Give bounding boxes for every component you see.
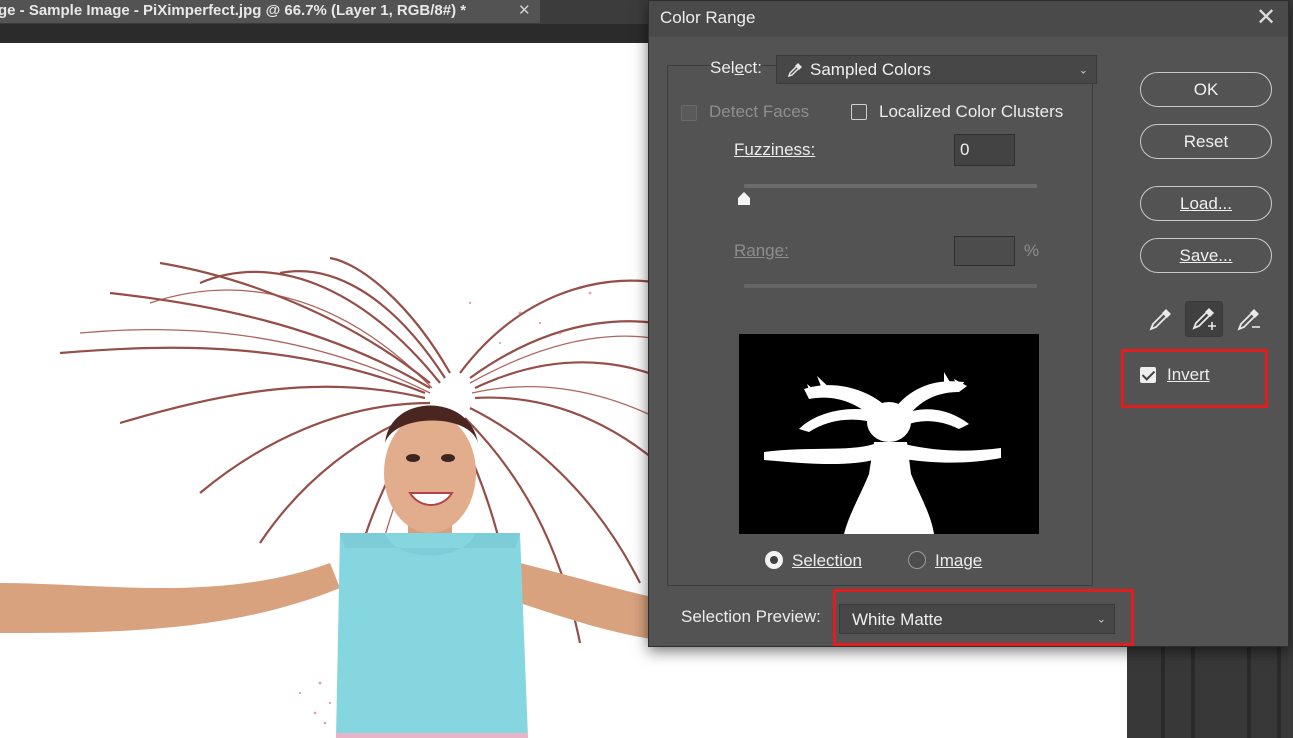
dialog-close-icon[interactable]: ✕ — [1251, 3, 1281, 33]
right-panel-area — [1127, 640, 1293, 738]
panel-divider — [1161, 646, 1165, 738]
image-radio[interactable] — [908, 551, 926, 569]
select-value: Sampled Colors — [810, 60, 931, 79]
document-tab-title: ge - Sample Image - PiXimperfect.jpg @ 6… — [0, 2, 467, 19]
dialog-title: Color Range — [660, 8, 756, 27]
fuzziness-slider-track[interactable] — [744, 184, 1037, 188]
subtract-from-sample-eyedropper-icon[interactable] — [1233, 303, 1265, 335]
detect-faces-label: Detect Faces — [709, 102, 810, 121]
fuzziness-slider-thumb[interactable] — [737, 192, 751, 206]
sampled-colors-eyedropper-icon — [787, 63, 802, 78]
eyedropper-icon[interactable] — [1145, 303, 1177, 335]
dialog-titlebar[interactable]: Color Range ✕ — [649, 1, 1288, 37]
range-slider-track[interactable] — [744, 284, 1037, 288]
add-to-sample-eyedropper-icon[interactable] — [1185, 301, 1223, 337]
range-input[interactable] — [954, 236, 1015, 266]
panel-divider — [1247, 646, 1251, 738]
chevron-down-icon: ⌄ — [1078, 64, 1088, 76]
fuzziness-label: Fuzziness: — [734, 140, 816, 159]
selection-radio[interactable] — [765, 551, 783, 569]
image-radio-label: Image — [935, 551, 983, 570]
range-percent-label: % — [1024, 241, 1040, 260]
save-button[interactable]: Save... — [1140, 238, 1272, 273]
tab-bar — [540, 0, 660, 24]
selection-preview-label: Selection Preview: — [681, 607, 821, 626]
select-dropdown[interactable]: Sampled Colors ⌄ — [776, 55, 1097, 84]
document-tab-close-icon[interactable]: ✕ — [518, 0, 531, 22]
invert-highlight — [1121, 349, 1268, 408]
color-range-dialog: Color Range ✕ Select: Sampled Colors ⌄ D… — [648, 0, 1289, 647]
canvas-gutter — [0, 24, 660, 43]
selection-radio-label: Selection — [792, 551, 862, 570]
document-tab[interactable]: ge - Sample Image - PiXimperfect.jpg @ 6… — [0, 0, 540, 24]
ok-button[interactable]: OK — [1140, 72, 1272, 107]
selection-preview-thumbnail[interactable] — [739, 334, 1039, 534]
fuzziness-input[interactable]: 0 — [954, 134, 1015, 166]
panel-divider — [1277, 646, 1281, 738]
reset-button[interactable]: Reset — [1140, 124, 1272, 159]
load-button[interactable]: Load... — [1140, 186, 1272, 221]
panel-divider — [1191, 646, 1195, 738]
select-label: Select: — [710, 58, 762, 77]
localized-color-clusters-label: Localized Color Clusters — [879, 102, 1064, 121]
range-label: Range: — [734, 241, 789, 260]
selection-preview-highlight — [833, 589, 1134, 646]
localized-color-clusters-checkbox[interactable] — [851, 104, 867, 120]
detect-faces-checkbox[interactable] — [681, 105, 697, 121]
mask-preview-image — [764, 372, 1001, 534]
